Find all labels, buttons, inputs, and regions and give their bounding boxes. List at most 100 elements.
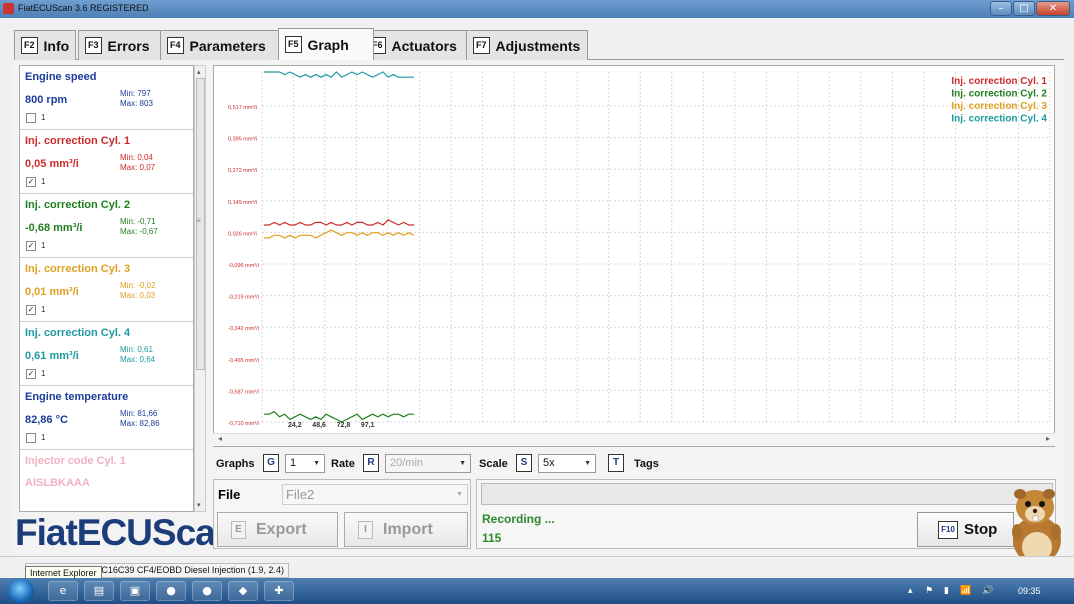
y-tick-label: -0,342 mm³/i	[228, 326, 259, 332]
tray-battery-icon[interactable]: ▮	[944, 586, 949, 596]
file-label: File	[218, 487, 241, 502]
graph-index: 1	[41, 241, 46, 250]
graph-checkbox[interactable]: ✓	[26, 369, 36, 379]
chevron-down-icon: ▼	[313, 460, 320, 467]
x-tick-label: 24,2	[288, 422, 302, 429]
line-chart: 0,517 mm³/i 0,395 mm³/i 0,272 mm³/i 0,149 m…	[228, 71, 1051, 429]
parameter-item[interactable]: Inj. correction Cyl. 2 -0,68 mm³/i Min: -0…	[20, 194, 193, 258]
graph-checkbox[interactable]	[26, 433, 36, 443]
tags-key[interactable]: T	[608, 454, 624, 472]
tray-expand-icon[interactable]: ▴	[908, 586, 913, 596]
recording-count: 115	[482, 531, 502, 545]
parameter-item[interactable]: Inj. correction Cyl. 1 0,05 mm³/i Min: 0,0…	[20, 130, 193, 194]
file-value: File2	[286, 487, 315, 502]
parameter-name: Inj. correction Cyl. 1	[25, 135, 131, 147]
legend-entry: Inj. correction Cyl. 2	[951, 89, 1047, 100]
parameter-item[interactable]: Inj. correction Cyl. 3 0,01 mm³/i Min: -0,…	[20, 258, 193, 322]
taskbar-explorer-icon[interactable]: ▤	[84, 581, 114, 601]
stop-button[interactable]: F10 Stop	[917, 512, 1014, 547]
y-tick-label: 0,517 mm³/i	[228, 105, 257, 111]
parameter-min: Min: -0,71	[120, 217, 156, 226]
taskbar-chrome-icon[interactable]: ●	[156, 581, 186, 601]
graphs-select[interactable]: 1 ▼	[285, 454, 325, 473]
scroll-down-icon[interactable]: ▾	[197, 501, 201, 509]
graphs-label: Graphs	[216, 458, 255, 470]
scroll-left-icon[interactable]: ◂	[218, 434, 222, 443]
taskbar-fiatecuscan-icon[interactable]: ✚	[264, 581, 294, 601]
taskbar-app-icon[interactable]: ▣	[120, 581, 150, 601]
parameter-scrollbar[interactable]: ▴ ≡ ▾	[194, 65, 206, 512]
taskbar-record-icon[interactable]: ●	[192, 581, 222, 601]
parameter-item[interactable]: Inj. correction Cyl. 4 0,61 mm³/i Min: 0,6…	[20, 322, 193, 386]
taskbar-ie-icon[interactable]: e	[48, 581, 78, 601]
tab-adjustments[interactable]: F7 Adjustments	[466, 30, 588, 60]
tab-label: Info	[43, 37, 70, 54]
parameter-name: Injector code Cyl. 1	[25, 455, 126, 467]
parameter-value: AISLBKAAA	[25, 477, 90, 489]
graph-checkbox[interactable]: ✓	[26, 305, 36, 315]
legend-entry: Inj. correction Cyl. 1	[951, 76, 1047, 87]
tab-key: F2	[21, 37, 38, 54]
tray-signal-icon[interactable]: 📶	[960, 586, 971, 596]
start-button[interactable]	[8, 579, 34, 603]
parameter-max: Max: -0,67	[120, 227, 158, 236]
legend-entry: Inj. correction Cyl. 4	[951, 114, 1047, 125]
tab-actuators[interactable]: F6 Actuators	[362, 30, 478, 60]
rate-key[interactable]: R	[363, 454, 379, 472]
parameter-list: Engine speed 800 rpm Min: 797 Max: 803 1 Inj.…	[19, 65, 194, 512]
graph-index: 1	[41, 433, 46, 442]
parameter-name: Inj. correction Cyl. 4	[25, 327, 131, 339]
close-button[interactable]: ✕	[1036, 1, 1070, 16]
scroll-up-icon[interactable]: ▴	[197, 68, 201, 76]
rate-label: Rate	[331, 458, 355, 470]
tray-volume-icon[interactable]: 🔊	[982, 586, 993, 596]
y-tick-label: 0,026 mm³/i	[228, 231, 257, 237]
tab-graph[interactable]: F5 Graph	[278, 28, 374, 60]
status-bar: T 16V / Bosch EDC16C39 CF4/EOBD Diesel I…	[0, 556, 1074, 578]
export-button[interactable]: E Export	[217, 512, 338, 547]
parameter-min: Min: 0,04	[120, 153, 153, 162]
taskbar: e ▤ ▣ ● ● ◆ ✚ ▴ ⚑ ▮ 📶 🔊 09:35	[0, 578, 1074, 604]
parameter-item[interactable]: Engine temperature 82,86 °C Min: 81,66 Max:…	[20, 386, 193, 450]
tab-info[interactable]: F2 Info	[14, 30, 76, 60]
parameter-value: 0,01 mm³/i	[25, 286, 79, 298]
scroll-right-icon[interactable]: ▸	[1046, 434, 1050, 443]
parameter-min: Min: 797	[120, 89, 151, 98]
scale-select[interactable]: 5x ▼	[538, 454, 596, 473]
chevron-down-icon: ▼	[459, 460, 466, 467]
parameter-min: Min: 0,61	[120, 345, 153, 354]
parameter-item[interactable]: Injector code Cyl. 1 AISLBKAAA	[20, 450, 193, 511]
rate-value: 20/min	[390, 457, 424, 469]
graph-checkbox[interactable]	[26, 113, 36, 123]
taskbar-app2-icon[interactable]: ◆	[228, 581, 258, 601]
graph-checkbox[interactable]: ✓	[26, 177, 36, 187]
file-panel: File File2 ▼ E Export I Import	[213, 479, 471, 549]
series-line	[264, 71, 414, 78]
tab-parameters[interactable]: F4 Parameters	[160, 30, 290, 60]
file-select[interactable]: File2 ▼	[282, 484, 468, 505]
tab-label: Errors	[107, 37, 150, 54]
parameter-value: 0,05 mm³/i	[25, 158, 79, 170]
series-line	[264, 219, 414, 226]
tab-key: F4	[167, 37, 184, 54]
y-tick-label: 0,272 mm³/i	[228, 168, 257, 174]
tray-flag-icon[interactable]: ⚑	[925, 586, 933, 596]
minimize-button[interactable]: –	[990, 1, 1012, 16]
y-tick-label: -0,219 mm³/i	[228, 295, 259, 301]
graphs-key[interactable]: G	[263, 454, 279, 472]
maximize-button[interactable]: □	[1013, 1, 1035, 16]
import-button[interactable]: I Import	[344, 512, 468, 547]
legend-entry: Inj. correction Cyl. 3	[951, 101, 1047, 112]
tab-key: F3	[85, 37, 102, 54]
graph-checkbox[interactable]: ✓	[26, 241, 36, 251]
tab-errors[interactable]: F3 Errors	[78, 30, 172, 60]
scale-key[interactable]: S	[516, 454, 532, 472]
parameter-value: 82,86 °C	[25, 414, 68, 426]
stop-label: Stop	[964, 521, 998, 538]
parameter-max: Max: 803	[120, 99, 153, 108]
scroll-grip-icon: ≡	[196, 216, 201, 225]
import-key: I	[358, 520, 373, 539]
graph-scrollbar[interactable]: ◂ ▸	[213, 433, 1055, 446]
rate-select[interactable]: 20/min ▼	[385, 454, 471, 473]
parameter-item[interactable]: Engine speed 800 rpm Min: 797 Max: 803 1	[20, 66, 193, 130]
